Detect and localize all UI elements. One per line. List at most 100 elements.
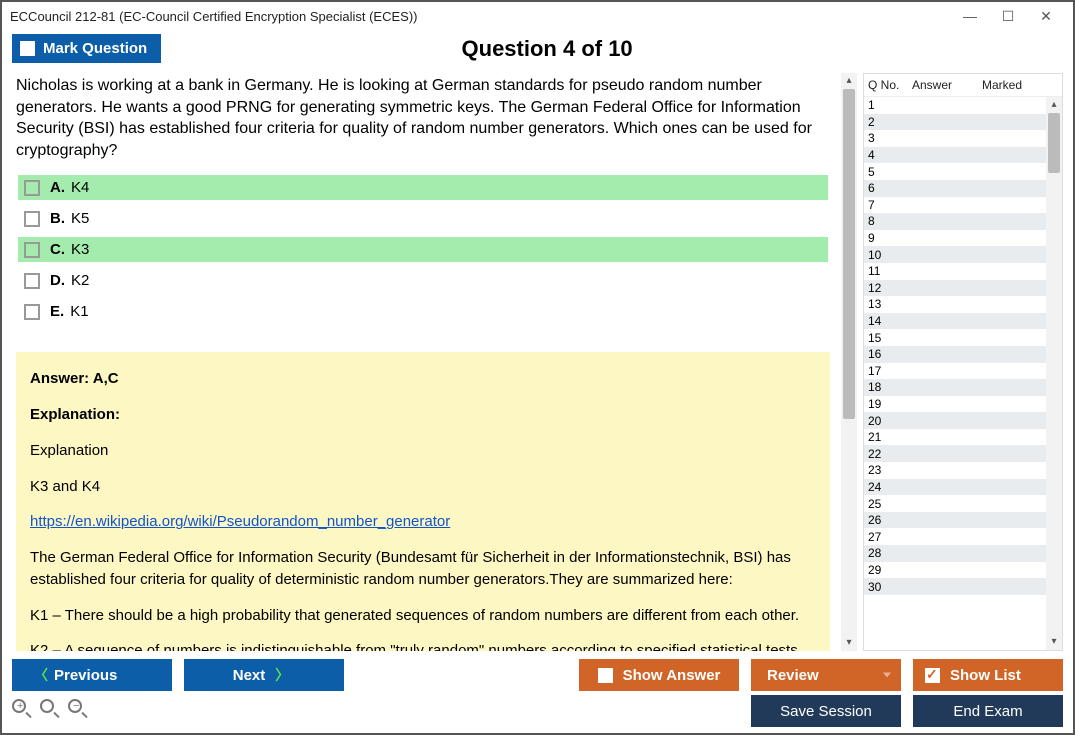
scrollbar-thumb[interactable] — [1048, 113, 1060, 173]
grid-row[interactable]: 30 — [864, 578, 1062, 595]
question-scrollbar[interactable]: ▴ ▾ — [841, 73, 857, 651]
minimize-icon[interactable]: — — [951, 8, 989, 24]
save-session-button[interactable]: Save Session — [751, 695, 901, 727]
checkbox-icon[interactable] — [24, 211, 40, 227]
maximize-icon[interactable]: ☐ — [989, 8, 1027, 25]
show-answer-button[interactable]: Show Answer — [579, 659, 739, 691]
grid-cell-qno: 22 — [868, 447, 912, 461]
explanation-link[interactable]: https://en.wikipedia.org/wiki/Pseudorand… — [30, 513, 450, 530]
grid-row[interactable]: 1 — [864, 97, 1062, 114]
grid-cell-qno: 14 — [868, 314, 912, 328]
grid-row[interactable]: 22 — [864, 445, 1062, 462]
grid-row[interactable]: 11 — [864, 263, 1062, 280]
option-letter: A. — [50, 179, 65, 196]
grid-row[interactable]: 9 — [864, 230, 1062, 247]
grid-cell-qno: 10 — [868, 248, 912, 262]
option-text: K2 — [71, 272, 89, 289]
grid-row[interactable]: 15 — [864, 329, 1062, 346]
grid-row[interactable]: 28 — [864, 545, 1062, 562]
option-letter: B. — [50, 210, 65, 227]
scrollbar-thumb[interactable] — [843, 89, 855, 419]
app-window: ECCouncil 212-81 (EC-Council Certified E… — [0, 0, 1075, 735]
option-letter: C. — [50, 241, 65, 258]
answer-option[interactable]: B. K5 — [18, 206, 828, 231]
checkbox-icon[interactable] — [24, 304, 40, 320]
grid-col-qno: Q No. — [868, 78, 912, 92]
grid-row[interactable]: 27 — [864, 528, 1062, 545]
end-exam-button[interactable]: End Exam — [913, 695, 1063, 727]
grid-row[interactable]: 21 — [864, 429, 1062, 446]
grid-col-answer: Answer — [912, 78, 982, 92]
grid-cell-qno: 8 — [868, 214, 912, 228]
zoom-reset-icon[interactable] — [40, 699, 62, 721]
next-button[interactable]: Next 〉 — [184, 659, 344, 691]
explanation-p4: K1 – There should be a high probability … — [30, 605, 816, 627]
grid-row[interactable]: 17 — [864, 363, 1062, 380]
question-grid-panel: Q No. Answer Marked 12345678910111213141… — [863, 73, 1063, 651]
grid-row[interactable]: 10 — [864, 246, 1062, 263]
grid-cell-qno: 5 — [868, 165, 912, 179]
explanation-p3: The German Federal Office for Informatio… — [30, 547, 816, 591]
checkbox-icon[interactable] — [24, 273, 40, 289]
grid-cell-qno: 13 — [868, 297, 912, 311]
grid-cell-qno: 15 — [868, 331, 912, 345]
mark-question-button[interactable]: Mark Question — [12, 34, 161, 63]
grid-row[interactable]: 3 — [864, 130, 1062, 147]
grid-row[interactable]: 25 — [864, 495, 1062, 512]
grid-row[interactable]: 13 — [864, 296, 1062, 313]
grid-row[interactable]: 4 — [864, 147, 1062, 164]
previous-button[interactable]: 〈 Previous — [12, 659, 172, 691]
grid-row[interactable]: 19 — [864, 396, 1062, 413]
review-label: Review — [767, 667, 819, 684]
grid-row[interactable]: 29 — [864, 562, 1062, 579]
title-bar: ECCouncil 212-81 (EC-Council Certified E… — [2, 2, 1073, 30]
close-icon[interactable]: ✕ — [1027, 8, 1065, 25]
grid-row[interactable]: 18 — [864, 379, 1062, 396]
grid-row[interactable]: 23 — [864, 462, 1062, 479]
scroll-up-icon[interactable]: ▴ — [1046, 97, 1062, 113]
grid-row[interactable]: 8 — [864, 213, 1062, 230]
review-dropdown[interactable]: Review — [751, 659, 901, 691]
grid-scrollbar[interactable]: ▴ ▾ — [1046, 97, 1062, 650]
show-list-button[interactable]: Show List — [913, 659, 1063, 691]
grid-cell-qno: 19 — [868, 397, 912, 411]
grid-cell-qno: 28 — [868, 546, 912, 560]
option-letter: E. — [50, 303, 64, 320]
grid-row[interactable]: 14 — [864, 313, 1062, 330]
answer-option[interactable]: E.K1 — [18, 299, 828, 324]
scroll-up-icon[interactable]: ▴ — [841, 73, 857, 89]
grid-row[interactable]: 12 — [864, 280, 1062, 297]
chevron-right-icon: 〉 — [275, 665, 289, 685]
answer-heading: Answer: A,C — [30, 370, 119, 387]
grid-row[interactable]: 24 — [864, 479, 1062, 496]
option-text: K5 — [71, 210, 89, 227]
options-list: A.K4 B. K5 C. K3 D.K2 E.K1 — [12, 175, 834, 324]
grid-row[interactable]: 6 — [864, 180, 1062, 197]
scroll-down-icon[interactable]: ▾ — [841, 635, 857, 651]
grid-cell-qno: 18 — [868, 380, 912, 394]
end-exam-label: End Exam — [953, 703, 1022, 720]
zoom-out-icon[interactable]: − — [68, 699, 90, 721]
grid-cell-qno: 12 — [868, 281, 912, 295]
grid-row[interactable]: 2 — [864, 114, 1062, 131]
option-text: K3 — [71, 241, 89, 258]
grid-cell-qno: 7 — [868, 198, 912, 212]
footer: 〈 Previous Next 〉 Show Answer Review Sho… — [2, 651, 1073, 733]
grid-row[interactable]: 26 — [864, 512, 1062, 529]
answer-option[interactable]: C. K3 — [18, 237, 828, 262]
grid-row[interactable]: 16 — [864, 346, 1062, 363]
answer-option[interactable]: A.K4 — [18, 175, 828, 200]
checkbox-icon[interactable] — [24, 180, 40, 196]
grid-row[interactable]: 5 — [864, 163, 1062, 180]
answer-option[interactable]: D.K2 — [18, 268, 828, 293]
explanation-label: Explanation: — [30, 406, 120, 423]
scroll-down-icon[interactable]: ▾ — [1046, 634, 1062, 650]
grid-cell-qno: 27 — [868, 530, 912, 544]
checkbox-icon[interactable] — [24, 242, 40, 258]
grid-row[interactable]: 20 — [864, 412, 1062, 429]
checkbox-icon — [598, 668, 613, 683]
grid-cell-qno: 24 — [868, 480, 912, 494]
zoom-in-icon[interactable]: + — [12, 699, 34, 721]
mark-question-label: Mark Question — [43, 40, 147, 57]
grid-row[interactable]: 7 — [864, 197, 1062, 214]
